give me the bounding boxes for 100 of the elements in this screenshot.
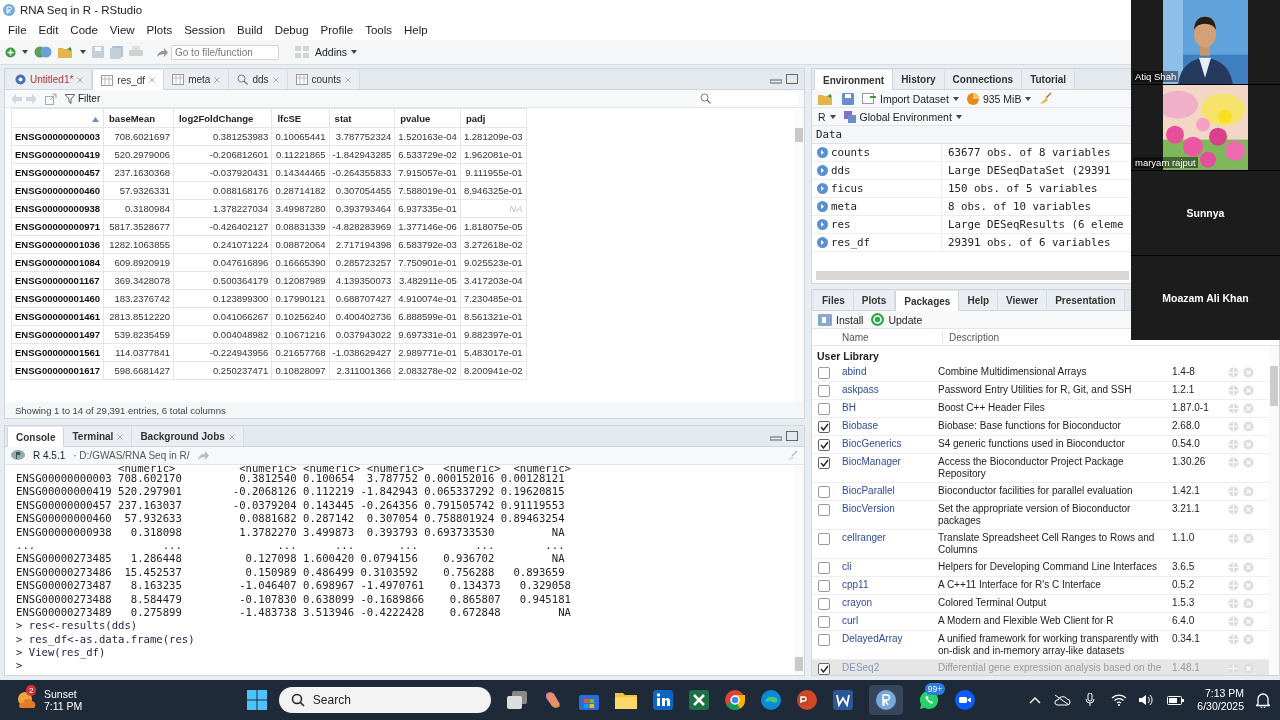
save-icon[interactable] xyxy=(92,46,104,58)
edge-icon[interactable] xyxy=(760,690,781,710)
sort-icon[interactable] xyxy=(92,116,100,122)
expand-icon[interactable] xyxy=(817,165,828,176)
console-tab[interactable]: Console xyxy=(7,427,65,447)
wifi-icon[interactable] xyxy=(1111,694,1128,706)
linkedin-icon[interactable] xyxy=(652,690,673,710)
menu-item[interactable]: Code xyxy=(64,24,104,36)
checkbox[interactable] xyxy=(818,385,830,397)
search-field[interactable] xyxy=(696,92,798,105)
checkbox[interactable] xyxy=(818,504,830,516)
scrollbar[interactable] xyxy=(794,108,804,402)
files-tab[interactable]: Packages xyxy=(895,291,960,311)
project-icon[interactable] xyxy=(34,46,52,58)
checkbox[interactable] xyxy=(818,580,830,592)
language-dropdown[interactable]: R xyxy=(818,110,836,123)
maximize-icon[interactable] xyxy=(786,431,798,441)
broom-icon[interactable] xyxy=(786,449,798,462)
package-link[interactable]: BiocVersion xyxy=(842,503,938,515)
caret-icon[interactable] xyxy=(80,50,86,54)
excel-icon[interactable] xyxy=(688,690,709,710)
editor-tab[interactable]: res_df xyxy=(92,70,165,90)
column-header[interactable]: stat xyxy=(329,108,395,128)
package-link[interactable]: curl xyxy=(842,615,938,627)
files-tab[interactable]: Plots xyxy=(853,291,896,310)
console-tab[interactable]: Terminal xyxy=(64,427,133,446)
expand-icon[interactable] xyxy=(817,237,828,248)
checkbox[interactable] xyxy=(818,367,830,379)
close-icon[interactable] xyxy=(214,76,221,83)
expand-icon[interactable] xyxy=(817,147,828,158)
addins-menu[interactable]: Addins xyxy=(315,46,358,58)
word-icon[interactable] xyxy=(832,690,853,710)
files-tab[interactable]: Help xyxy=(959,291,999,310)
variable-name[interactable]: ficus xyxy=(831,182,864,195)
environment-tab[interactable]: Connections xyxy=(944,70,1023,89)
broom-icon[interactable] xyxy=(1039,92,1053,105)
package-link[interactable]: BH xyxy=(842,402,938,414)
close-icon[interactable] xyxy=(345,76,351,83)
menu-item[interactable]: Edit xyxy=(32,24,65,36)
go-to-file-field[interactable]: Go to file/function xyxy=(171,44,279,60)
expand-icon[interactable] xyxy=(817,219,828,230)
print-icon[interactable] xyxy=(129,46,143,58)
console-tab[interactable]: Background Jobs xyxy=(132,427,244,446)
video-call-icon[interactable] xyxy=(954,690,975,710)
clock-date[interactable]: 6/30/2025 xyxy=(1197,700,1244,713)
close-icon[interactable] xyxy=(149,77,156,83)
package-link[interactable]: cli xyxy=(842,561,938,573)
memory-usage-button[interactable]: 935 MiB xyxy=(966,92,1032,105)
arrow-icon[interactable] xyxy=(197,451,209,460)
menu-item[interactable]: Plots xyxy=(140,24,179,36)
close-icon[interactable] xyxy=(228,433,235,440)
new-file-icon[interactable] xyxy=(5,46,16,58)
column-header[interactable]: Description xyxy=(943,331,1000,343)
package-link[interactable]: cellranger xyxy=(842,532,938,544)
checkbox[interactable] xyxy=(818,457,830,469)
chrome-icon[interactable] xyxy=(724,690,745,710)
variable-name[interactable]: dds xyxy=(831,164,851,177)
menu-item[interactable]: Profile xyxy=(314,24,360,36)
popout-icon[interactable] xyxy=(45,92,57,105)
scrollbar[interactable] xyxy=(816,271,1129,280)
menu-item[interactable]: Session xyxy=(178,24,232,36)
battery-icon[interactable] xyxy=(1167,694,1186,706)
variable-name[interactable]: res_df xyxy=(831,236,870,249)
import-dataset-button[interactable]: Import Dataset xyxy=(862,92,959,105)
package-link[interactable]: BiocGenerics xyxy=(842,438,938,450)
checkbox[interactable] xyxy=(818,439,830,451)
checkbox[interactable] xyxy=(818,598,830,610)
files-tab[interactable]: Files xyxy=(814,291,854,310)
checkbox[interactable] xyxy=(818,634,830,646)
clock-time[interactable]: 7:13 PM xyxy=(1204,687,1244,700)
update-button[interactable]: Update xyxy=(871,313,923,326)
maximize-icon[interactable] xyxy=(786,74,798,84)
column-header[interactable]: lfcSE xyxy=(271,108,330,128)
package-link[interactable]: askpass xyxy=(842,384,938,396)
variable-name[interactable]: res xyxy=(831,218,851,231)
menu-item[interactable]: Help xyxy=(398,24,434,36)
install-button[interactable]: Install xyxy=(818,313,864,326)
cloud-off-icon[interactable] xyxy=(1053,694,1072,706)
checkbox[interactable] xyxy=(818,562,830,574)
environment-tab[interactable]: Tutorial xyxy=(1022,70,1076,89)
package-link[interactable]: abind xyxy=(842,366,938,378)
checkbox[interactable] xyxy=(818,616,830,628)
menu-item[interactable]: File xyxy=(2,24,33,36)
volume-icon[interactable] xyxy=(1139,694,1156,706)
save-all-icon[interactable] xyxy=(110,45,123,59)
bell-icon[interactable] xyxy=(1256,692,1270,708)
package-link[interactable]: BiocManager xyxy=(842,456,938,468)
windows-start-icon[interactable] xyxy=(246,690,267,710)
column-header[interactable]: Name xyxy=(812,331,943,343)
task-view-icon[interactable] xyxy=(506,691,527,709)
scrollbar[interactable] xyxy=(794,465,804,675)
powerpoint-icon[interactable] xyxy=(796,690,817,710)
chevron-up-icon[interactable] xyxy=(1029,696,1042,704)
editor-tab[interactable]: Untitled1* xyxy=(7,70,93,89)
checkbox[interactable] xyxy=(818,533,830,545)
editor-tab[interactable]: dds xyxy=(229,70,288,89)
save-icon[interactable] xyxy=(842,92,854,105)
package-link[interactable]: DelayedArray xyxy=(842,633,938,645)
menu-item[interactable]: Build xyxy=(231,24,269,36)
close-icon[interactable] xyxy=(272,76,279,83)
